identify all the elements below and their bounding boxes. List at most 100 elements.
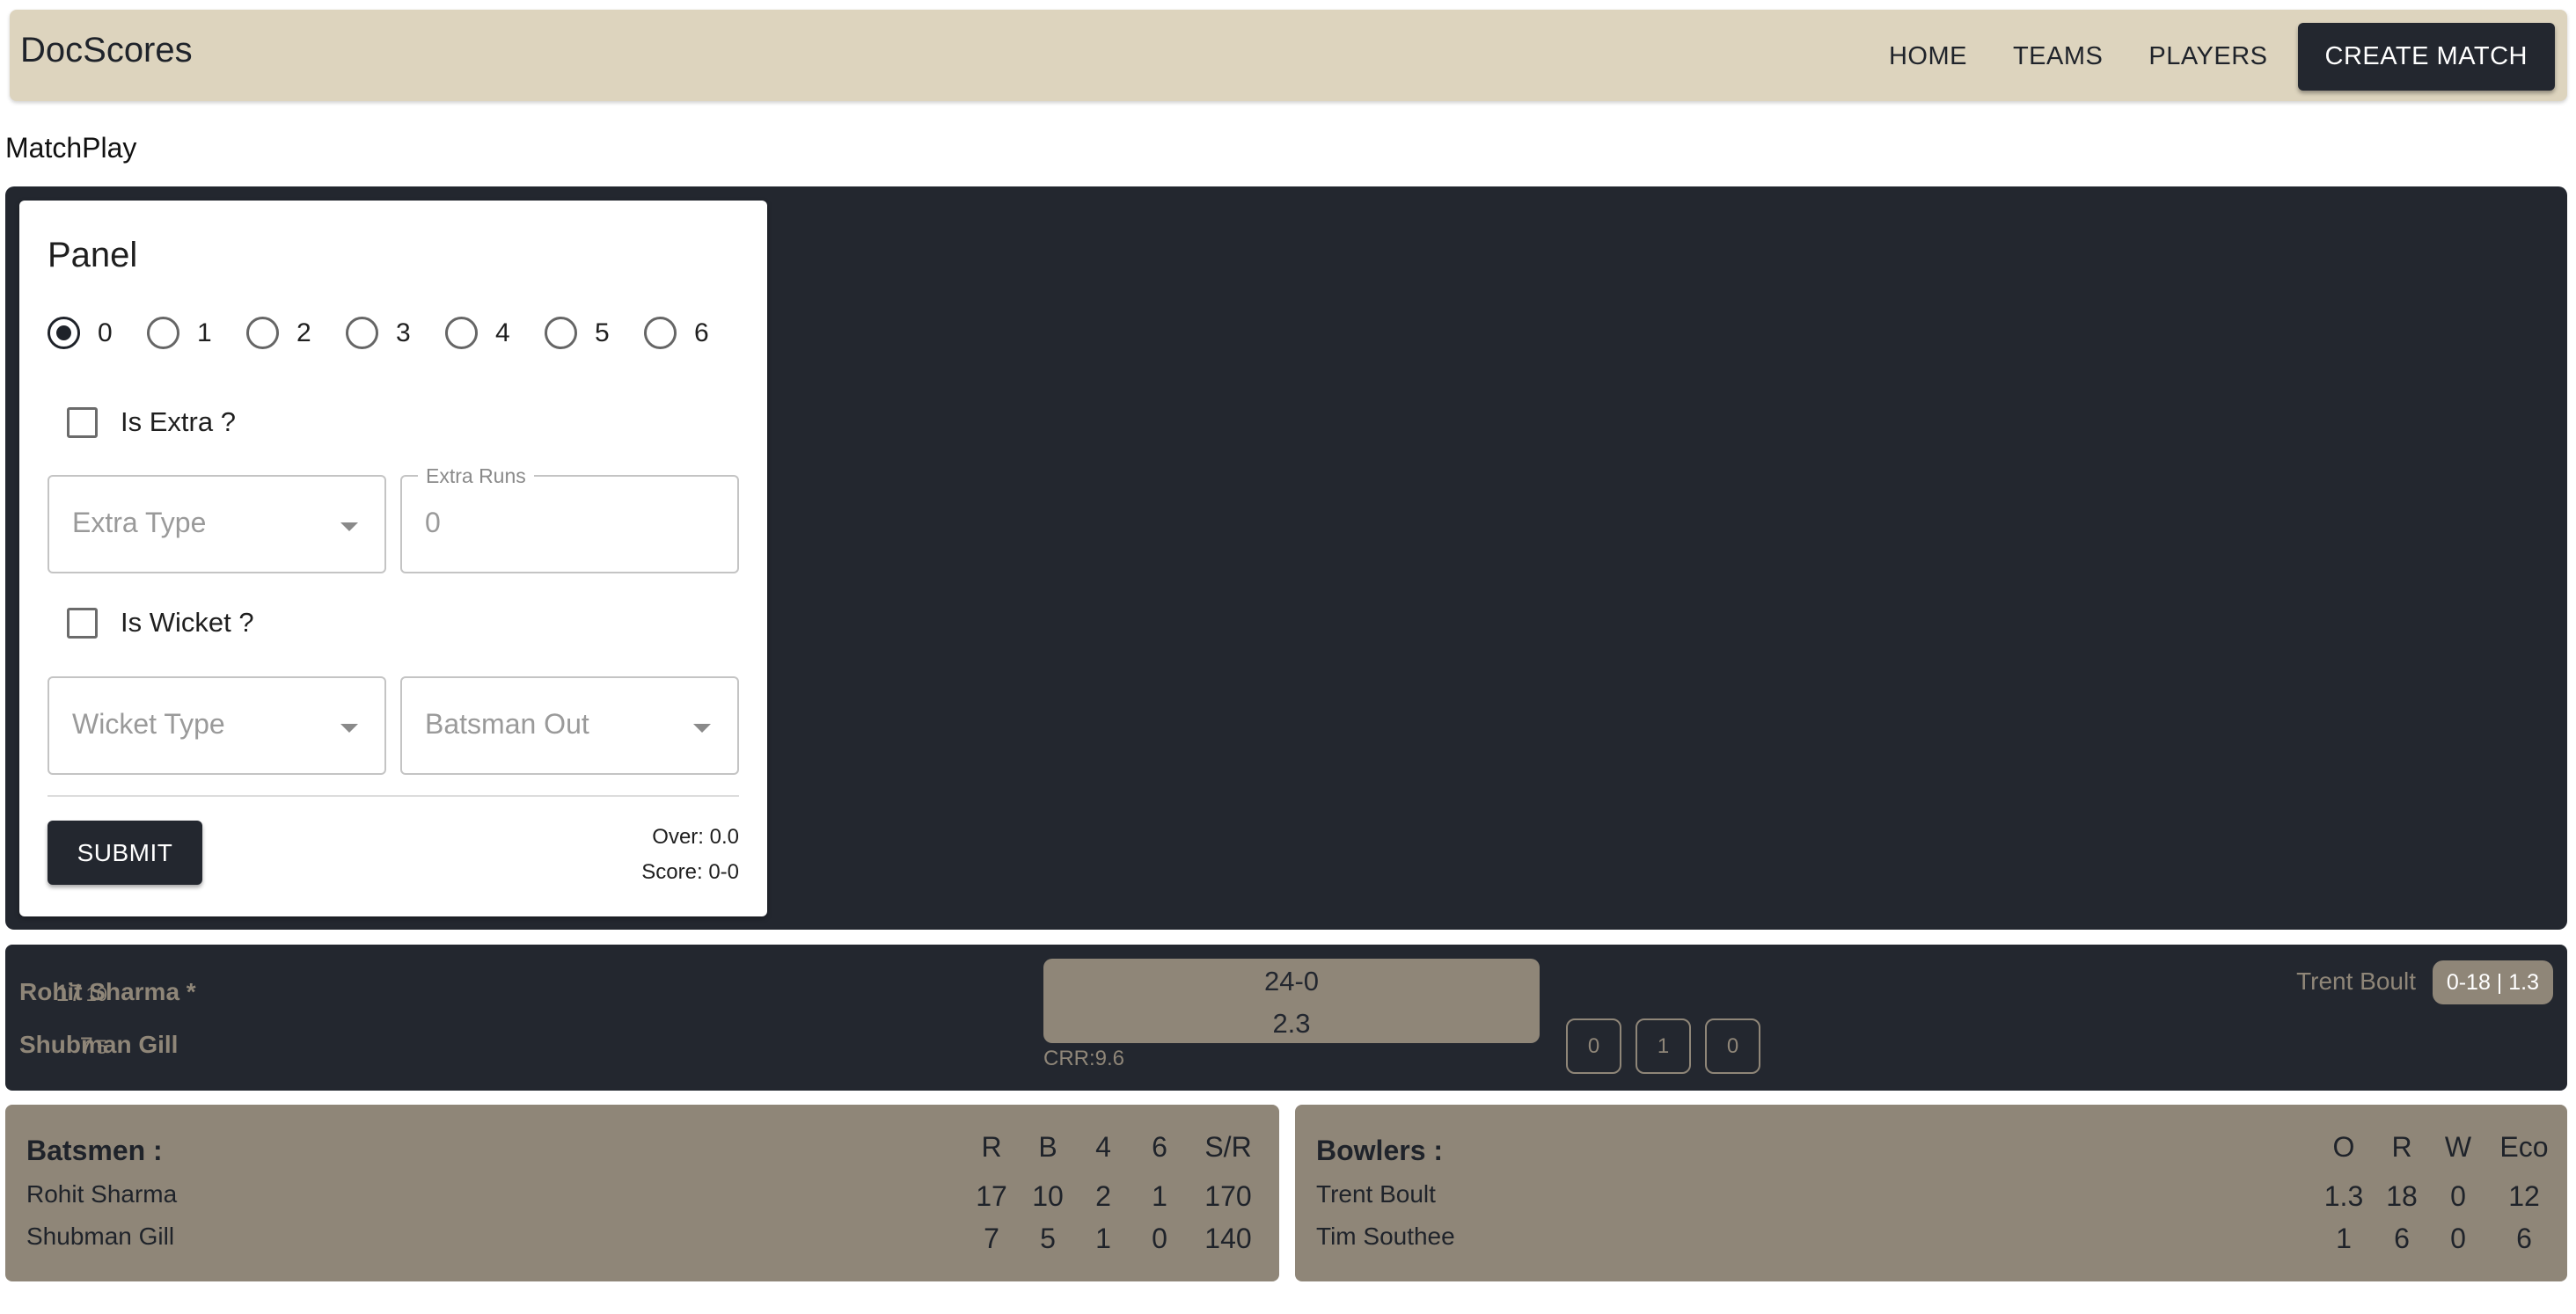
batsmen-card-title: Batsmen : [26, 1135, 163, 1166]
runs-option-1[interactable]: 1 [147, 317, 246, 349]
radio-unchecked-icon[interactable] [147, 317, 179, 349]
team-overs: 2.3 [1272, 1008, 1311, 1039]
batsmen-header-sixes: 6 [1152, 1131, 1167, 1163]
extra-type-select[interactable]: Extra Type [48, 475, 386, 573]
dropdown-arrow-icon [340, 522, 358, 531]
panel-title: Panel [48, 236, 138, 274]
bowlers-header-overs: O [2332, 1131, 2355, 1163]
runs-option-label: 2 [296, 318, 311, 347]
batsman-fours: 1 [1095, 1223, 1111, 1254]
batsman-row-name: Rohit Sharma [26, 1180, 178, 1208]
radio-unchecked-icon[interactable] [545, 317, 577, 349]
extra-runs-value: 0 [425, 507, 441, 538]
radio-unchecked-icon[interactable] [445, 317, 478, 349]
nav-players-link[interactable]: PLAYERS [2126, 23, 2290, 91]
bowler-runs: 6 [2394, 1223, 2410, 1254]
live-score-bar: Rohit Sharma * 17 10 Shubman Gill 75 24-0… [5, 945, 2567, 1091]
bowlers-header-runs: R [2391, 1131, 2412, 1163]
bowler-runs: 18 [2386, 1180, 2418, 1212]
is-wicket-checkbox-row[interactable]: Is Wicket ? [67, 607, 254, 639]
create-match-button[interactable]: CREATE MATCH [2297, 23, 2555, 91]
non-striker-runs: 7 [79, 1033, 93, 1059]
radio-unchecked-icon[interactable] [246, 317, 279, 349]
runs-option-2[interactable]: 2 [246, 317, 346, 349]
batsman-out-placeholder: Batsman Out [425, 708, 589, 740]
batsman-runs: 7 [984, 1223, 999, 1254]
dropdown-arrow-icon [340, 724, 358, 733]
batsman-runs: 17 [976, 1180, 1007, 1212]
is-wicket-checkbox[interactable] [67, 607, 98, 639]
scoring-panel: Panel 0 1 2 3 4 5 6 Is Extra ? Extra Typ… [19, 201, 767, 916]
striker-name: Rohit Sharma * [19, 978, 196, 1005]
runs-option-5[interactable]: 5 [545, 317, 644, 349]
over-text: Over: 0.0 [652, 825, 739, 849]
radio-checked-icon[interactable] [48, 317, 80, 349]
striker-balls: 10 [85, 983, 107, 1005]
batsman-sixes: 0 [1152, 1223, 1167, 1254]
current-bowler-figures: 0-18 | 1.3 [2432, 960, 2553, 1004]
runs-option-0[interactable]: 0 [48, 317, 147, 349]
recent-ball-chip: 0 [1705, 1018, 1760, 1074]
non-striker-score: 75 [80, 1033, 107, 1060]
extra-runs-label: Extra Runs [418, 464, 534, 488]
batsman-out-select[interactable]: Batsman Out [400, 676, 739, 775]
runs-option-label: 5 [595, 318, 610, 347]
current-bowler-name: Trent Boult [2296, 967, 2416, 995]
non-striker-balls: 5 [96, 1036, 107, 1058]
bowlers-card-title: Bowlers : [1316, 1135, 1444, 1166]
runs-option-label: 1 [197, 318, 212, 347]
bowlers-card: Bowlers : O R W Eco Trent Boult 1.3 18 0… [1295, 1105, 2567, 1281]
extra-type-placeholder: Extra Type [72, 507, 207, 538]
is-extra-checkbox[interactable] [67, 406, 98, 438]
batsmen-header-fours: 4 [1095, 1131, 1111, 1163]
bowler-wickets: 0 [2450, 1223, 2466, 1254]
score-text: Score: 0-0 [641, 860, 739, 884]
striker-score: 17 10 [55, 980, 107, 1007]
is-wicket-label: Is Wicket ? [121, 607, 254, 638]
runs-option-label: 0 [98, 318, 113, 347]
batsman-balls: 10 [1032, 1180, 1064, 1212]
app-bar: DocScores HOME TEAMS PLAYERS CREATE MATC… [10, 10, 2567, 101]
current-run-rate: CRR:9.6 [1043, 1047, 1125, 1070]
batsmen-header-strike-rate: S/R [1204, 1131, 1252, 1163]
runs-radio-group: 0 1 2 3 4 5 6 [48, 317, 743, 349]
nav-home-link[interactable]: HOME [1866, 23, 1990, 91]
bowlers-header-wickets: W [2444, 1131, 2472, 1163]
bowler-overs: 1.3 [2324, 1180, 2364, 1212]
runs-option-4[interactable]: 4 [445, 317, 545, 349]
batsman-strike-rate: 170 [1204, 1180, 1252, 1212]
batsmen-header-balls: B [1038, 1131, 1057, 1163]
brand-logo-text[interactable]: DocScores [20, 31, 193, 70]
wicket-type-select[interactable]: Wicket Type [48, 676, 386, 775]
recent-ball-chip: 1 [1636, 1018, 1691, 1074]
batsman-sixes: 1 [1152, 1180, 1167, 1212]
is-extra-label: Is Extra ? [121, 406, 236, 437]
wicket-type-placeholder: Wicket Type [72, 708, 225, 740]
runs-option-label: 3 [396, 318, 411, 347]
is-extra-checkbox-row[interactable]: Is Extra ? [67, 406, 236, 438]
bowlers-header-economy: Eco [2499, 1131, 2549, 1163]
radio-unchecked-icon[interactable] [346, 317, 378, 349]
batsmen-card: Batsmen : R B 4 6 S/R Rohit Sharma 17 10… [5, 1105, 1279, 1281]
bowler-row-name: Tim Southee [1316, 1223, 1455, 1250]
runs-option-label: 6 [694, 318, 709, 347]
radio-unchecked-icon[interactable] [644, 317, 677, 349]
submit-button[interactable]: SUBMIT [48, 821, 202, 885]
runs-option-3[interactable]: 3 [346, 317, 445, 349]
batsman-strike-rate: 140 [1204, 1223, 1252, 1254]
panel-stats: Over: 0.0 Score: 0-0 [641, 820, 739, 890]
team-score: 24-0 [1263, 966, 1320, 996]
batsman-fours: 2 [1095, 1180, 1111, 1212]
batsmen-header-runs: R [981, 1131, 1002, 1163]
runs-option-6[interactable]: 6 [644, 317, 743, 349]
recent-balls: 0 1 0 [1566, 1018, 1775, 1074]
bowler-economy: 12 [2508, 1180, 2540, 1212]
bowler-row-name: Trent Boult [1316, 1180, 1436, 1208]
nav-teams-link[interactable]: TEAMS [1990, 23, 2126, 91]
batsman-row-name: Shubman Gill [26, 1223, 175, 1250]
bowler-overs: 1 [2336, 1223, 2352, 1254]
nav-menu: HOME TEAMS PLAYERS CREATE MATCH [1866, 23, 2555, 91]
recent-ball-chip: 0 [1566, 1018, 1621, 1074]
extra-runs-input[interactable]: Extra Runs 0 [400, 464, 739, 573]
team-score-box: 24-0 2.3 [1043, 959, 1540, 1043]
